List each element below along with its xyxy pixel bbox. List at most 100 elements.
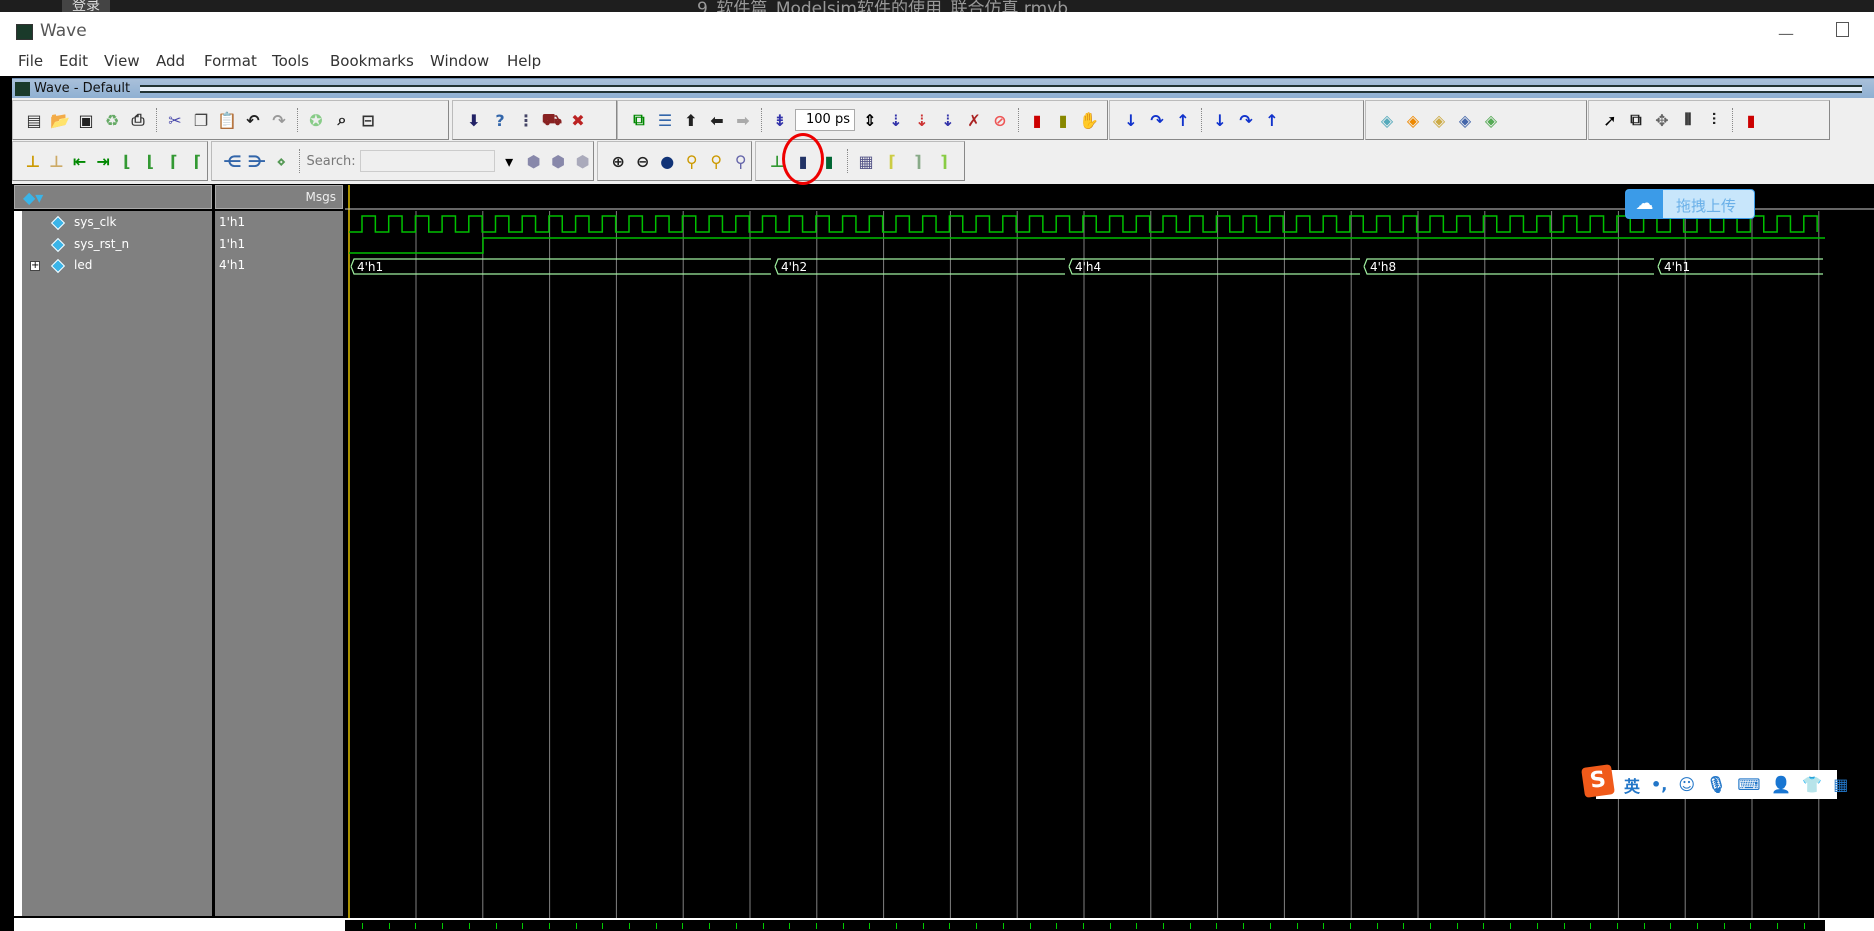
- list-icon[interactable]: ☰: [654, 109, 676, 131]
- wave-edge2-icon[interactable]: ⌉: [907, 150, 929, 172]
- menu-view[interactable]: View: [104, 52, 140, 70]
- add-dataset-icon[interactable]: ◈: [1376, 109, 1398, 131]
- break-icon[interactable]: ✗: [963, 109, 985, 131]
- wave-pattern-icon[interactable]: ▦: [855, 150, 877, 172]
- stop-icon[interactable]: ⊘: [989, 109, 1011, 131]
- ime-mode[interactable]: 英: [1624, 773, 1640, 797]
- ime-toolbar[interactable]: 英 •, ☺ 🎙 ⌨ 👤 👕 ▦: [1596, 770, 1848, 799]
- zoom-cursor-icon[interactable]: ⚲: [682, 150, 703, 172]
- edit-dataset-icon[interactable]: ◈: [1428, 109, 1450, 131]
- emoji-icon[interactable]: ☺: [1678, 775, 1695, 794]
- run-length-input[interactable]: 100 ps: [795, 109, 855, 131]
- hand-icon[interactable]: ✋: [1078, 109, 1100, 131]
- print-icon[interactable]: ⎙: [127, 109, 149, 131]
- prev-rising-icon[interactable]: ⌈: [164, 150, 184, 172]
- menu-bookmarks[interactable]: Bookmarks: [330, 52, 414, 70]
- delete-cursor-icon[interactable]: ⊥: [47, 150, 67, 172]
- pane-drag-handle[interactable]: [140, 85, 1862, 93]
- next-transition-icon[interactable]: ⇥: [94, 150, 114, 172]
- user-icon[interactable]: 👤: [1771, 775, 1791, 794]
- step-icon[interactable]: ↓: [1120, 109, 1142, 131]
- search-options-icon[interactable]: ⬢: [572, 150, 593, 172]
- search-next-icon[interactable]: ⬢: [548, 150, 569, 172]
- run-length-icon[interactable]: ⇟: [769, 109, 791, 131]
- cut-icon[interactable]: ✂: [164, 109, 186, 131]
- zoom-cursors-icon[interactable]: ⚲: [706, 150, 727, 172]
- back-icon[interactable]: ⬅: [706, 109, 728, 131]
- new-icon[interactable]: ▤: [23, 109, 45, 131]
- save-dataset-icon[interactable]: ◈: [1454, 109, 1476, 131]
- upload-overlay[interactable]: ☁ 拖拽上传: [1625, 189, 1755, 219]
- prev-falling-icon[interactable]: ⌊: [117, 150, 137, 172]
- keyboard-icon[interactable]: ⌨: [1737, 775, 1760, 794]
- signal-name-header[interactable]: ◆▾: [14, 185, 212, 209]
- prev-transition-icon[interactable]: ⇤: [70, 150, 90, 172]
- link-icon[interactable]: ⧉: [628, 109, 650, 131]
- paste-icon[interactable]: 📋: [216, 109, 238, 131]
- help-icon[interactable]: ?: [489, 109, 511, 131]
- next-rising-icon[interactable]: ⌈: [188, 150, 208, 172]
- find-toggle-icon[interactable]: ✪: [305, 109, 327, 131]
- find-next-icon[interactable]: ⋺: [247, 150, 268, 172]
- login-button[interactable]: 登录: [62, 0, 110, 12]
- next-falling-icon[interactable]: ⌊: [141, 150, 161, 172]
- dropdown-icon[interactable]: ▾: [499, 150, 520, 172]
- zoom-in-icon[interactable]: ⊕: [608, 150, 629, 172]
- undo-icon[interactable]: ↶: [242, 109, 264, 131]
- step-over-c-icon[interactable]: ↷: [1235, 109, 1257, 131]
- delete-icon[interactable]: ✖: [567, 109, 589, 131]
- collapse-icon[interactable]: ⊟: [357, 109, 379, 131]
- traffic-light-icon[interactable]: ▮: [1740, 109, 1762, 131]
- maximize-button[interactable]: [1836, 22, 1849, 37]
- expand-led-icon[interactable]: +: [30, 261, 40, 271]
- step-over-icon[interactable]: ↷: [1146, 109, 1168, 131]
- ime-punct[interactable]: •,: [1651, 775, 1667, 794]
- skin-icon[interactable]: 👕: [1802, 775, 1822, 794]
- menu-edit[interactable]: Edit: [59, 52, 88, 70]
- zoom-out-icon[interactable]: ⊖: [633, 150, 654, 172]
- reload-icon[interactable]: ♻: [101, 109, 123, 131]
- menu-window[interactable]: Window: [430, 52, 489, 70]
- search-input[interactable]: [359, 150, 495, 172]
- signal-name-sys_clk[interactable]: sys_clk: [74, 215, 117, 229]
- find-prev-icon[interactable]: ⋲: [222, 150, 243, 172]
- run-all-icon[interactable]: ⇣: [937, 109, 959, 131]
- wave-edge3-icon[interactable]: ⌉: [933, 150, 955, 172]
- performance-icon[interactable]: ▮: [1026, 109, 1048, 131]
- find-match-icon[interactable]: ⋄: [271, 150, 292, 172]
- minimize-button[interactable]: —: [1778, 24, 1794, 43]
- forward-icon[interactable]: ➡: [732, 109, 754, 131]
- memory-icon[interactable]: ▮: [1052, 109, 1074, 131]
- run-icon[interactable]: ⇣: [885, 109, 907, 131]
- pointer-icon[interactable]: ➚: [1599, 109, 1621, 131]
- zoom-region-icon[interactable]: ⚲: [731, 150, 752, 172]
- waveform-canvas[interactable]: 4'h1 4'h2 4'h4 4'h8 4'h1: [345, 185, 1874, 925]
- menu-help[interactable]: Help: [507, 52, 541, 70]
- save-icon[interactable]: ▣: [75, 109, 97, 131]
- search-prev-icon[interactable]: ⬢: [523, 150, 544, 172]
- pane-header[interactable]: Wave - Default: [12, 78, 1874, 98]
- split-icon[interactable]: ⫶: [1703, 109, 1725, 131]
- step-c-icon[interactable]: ↓: [1209, 109, 1231, 131]
- move-mode-icon[interactable]: ✥: [1651, 109, 1673, 131]
- insert-cursor-icon[interactable]: ⊥: [23, 150, 43, 172]
- signal-name-sys_rst_n[interactable]: sys_rst_n: [74, 237, 129, 251]
- remove-dataset-icon[interactable]: ◈: [1402, 109, 1424, 131]
- export-icon[interactable]: ⛟: [541, 109, 563, 131]
- menu-add[interactable]: Add: [156, 52, 185, 70]
- zoom-mode-icon[interactable]: ⧉: [1625, 109, 1647, 131]
- copy-icon[interactable]: ❐: [190, 109, 212, 131]
- insert-icon[interactable]: ⬇: [463, 109, 485, 131]
- up-icon[interactable]: ⬆: [680, 109, 702, 131]
- menu-tools[interactable]: Tools: [272, 52, 309, 70]
- wave-objects-icon[interactable]: ◆▾: [23, 188, 43, 207]
- cursor-timeline[interactable]: [345, 920, 1825, 931]
- step-out-c-icon[interactable]: ↑: [1261, 109, 1283, 131]
- menu-file[interactable]: File: [18, 52, 43, 70]
- menu-format[interactable]: Format: [204, 52, 257, 70]
- toolbox-icon[interactable]: ▦: [1833, 775, 1848, 794]
- find-icon[interactable]: ⌕: [331, 109, 353, 131]
- grid-icon[interactable]: ⋮: [515, 109, 537, 131]
- cursor-mode-icon[interactable]: ⫴: [1677, 109, 1699, 131]
- signal-name-led[interactable]: led: [74, 258, 92, 272]
